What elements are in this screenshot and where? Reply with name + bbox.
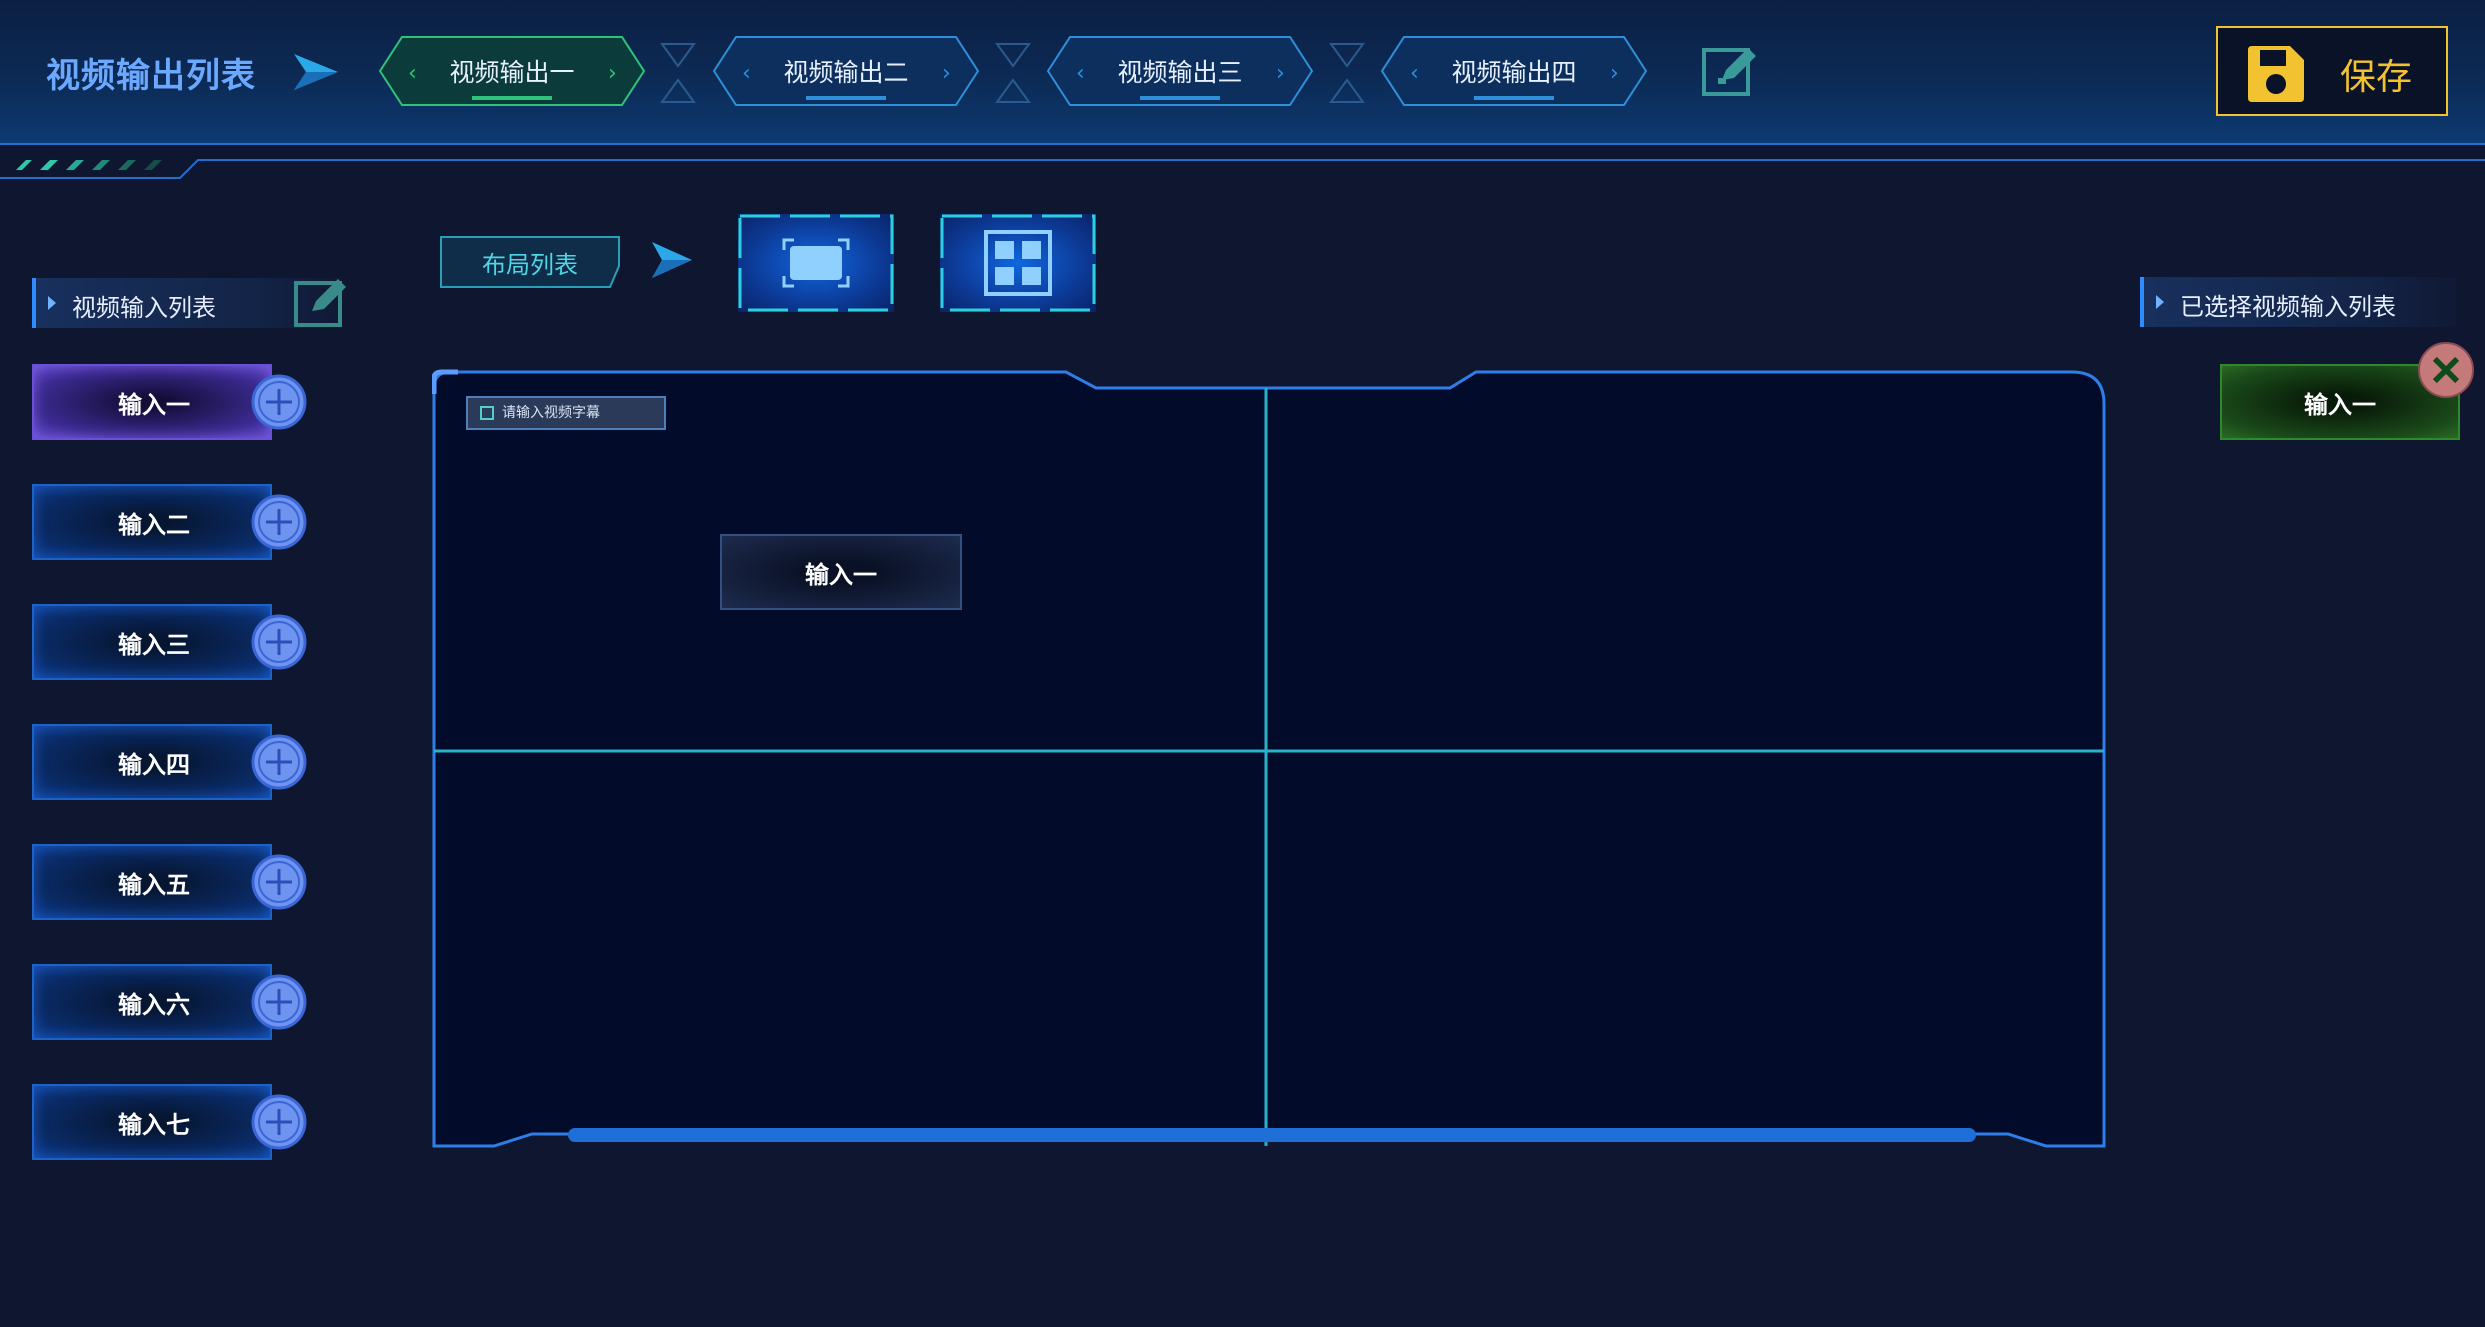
edit-icon[interactable] <box>1700 40 1758 98</box>
tab-output-2[interactable]: ‹ › 视频输出二 <box>712 34 980 108</box>
tab-label: 视频输出二 <box>783 58 909 87</box>
decorative-stripes <box>0 159 2485 179</box>
add-icon[interactable] <box>250 493 308 551</box>
input-item-5[interactable]: 输入五 <box>32 844 272 920</box>
layout-single-button[interactable] <box>738 214 894 312</box>
arrow-icon <box>652 242 692 278</box>
canvas-input-item[interactable]: 输入一 <box>720 534 962 610</box>
add-icon[interactable] <box>250 853 308 911</box>
selected-list-title: 已选择视频输入列表 <box>2180 293 2396 321</box>
header-bar: 视频输出列表 ‹ › 视频输出一 ‹ › 视频输出二 ‹ › 视频输出三 ‹ ›… <box>0 0 2485 145</box>
save-label: 保存 <box>2340 57 2413 98</box>
layout-quad-button[interactable] <box>940 214 1096 312</box>
tab-output-4[interactable]: ‹ › 视频输出四 <box>1380 34 1648 108</box>
input-item-label: 输入三 <box>118 630 190 659</box>
edit-icon[interactable] <box>292 273 348 329</box>
caption-field[interactable] <box>502 400 662 426</box>
input-item-6[interactable]: 输入六 <box>32 964 272 1040</box>
add-icon[interactable] <box>250 1093 308 1151</box>
input-list-title: 视频输入列表 <box>72 294 216 322</box>
add-icon[interactable] <box>250 973 308 1031</box>
layout-list-label: 布局列表 <box>440 236 620 288</box>
input-item-7[interactable]: 输入七 <box>32 1084 272 1160</box>
page-title: 视频输出列表 <box>46 56 256 96</box>
input-item-label: 输入一 <box>118 390 190 419</box>
input-item-label: 输入二 <box>118 510 190 539</box>
layout-canvas[interactable] <box>432 368 2108 1150</box>
hourglass-icon <box>995 43 1031 103</box>
input-item-1[interactable]: 输入一 <box>32 364 272 440</box>
input-item-label: 输入四 <box>118 750 190 779</box>
add-icon[interactable] <box>250 613 308 671</box>
add-icon[interactable] <box>250 733 308 791</box>
input-item-3[interactable]: 输入三 <box>32 604 272 680</box>
input-item-label: 输入六 <box>118 990 190 1019</box>
save-icon <box>2248 46 2304 102</box>
layout-list-title: 布局列表 <box>482 250 578 279</box>
quad-screen-icon <box>940 214 1096 312</box>
selected-list-header: 已选择视频输入列表 <box>2140 277 2456 327</box>
save-button[interactable]: 保存 <box>2216 26 2448 116</box>
arrow-icon <box>294 54 338 90</box>
tab-label: 视频输出一 <box>449 58 575 87</box>
input-item-label: 输入五 <box>118 870 190 899</box>
caption-checkbox[interactable] <box>480 406 494 420</box>
tab-output-3[interactable]: ‹ › 视频输出三 <box>1046 34 1314 108</box>
tab-label: 视频输出四 <box>1451 58 1577 87</box>
hourglass-icon <box>660 43 696 103</box>
triangle-icon <box>2156 295 2164 309</box>
caption-input[interactable] <box>466 396 666 430</box>
triangle-icon <box>48 296 56 310</box>
input-item-label: 输入七 <box>118 1110 190 1139</box>
input-item-4[interactable]: 输入四 <box>32 724 272 800</box>
hourglass-icon <box>1329 43 1365 103</box>
single-screen-icon <box>738 214 894 312</box>
add-icon[interactable] <box>250 373 308 431</box>
close-icon[interactable] <box>2418 342 2474 398</box>
input-item-2[interactable]: 输入二 <box>32 484 272 560</box>
tab-label: 视频输出三 <box>1117 58 1243 87</box>
tab-output-1[interactable]: ‹ › 视频输出一 <box>378 34 646 108</box>
